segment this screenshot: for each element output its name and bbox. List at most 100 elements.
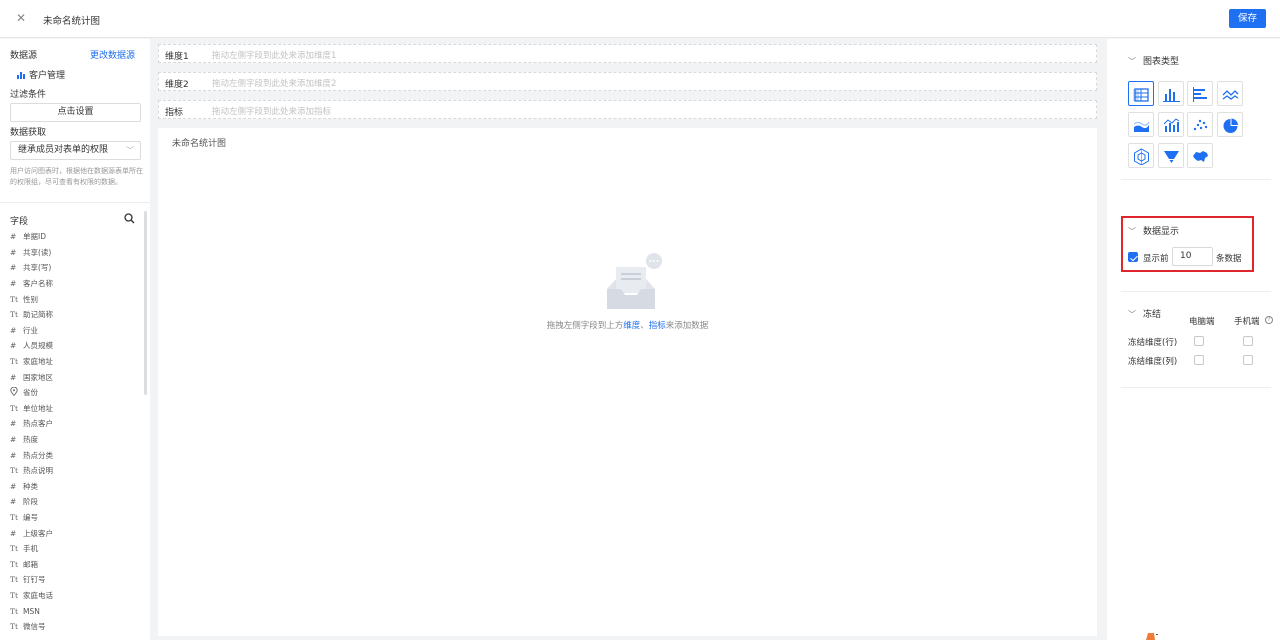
field-item[interactable]: Tt 家庭电话	[10, 588, 140, 604]
chart-type-radar-button[interactable]	[1128, 143, 1154, 168]
field-name: 热点说明	[23, 466, 53, 476]
empty-message-suffix: 来添加数据	[665, 321, 709, 331]
field-item[interactable]: Tt 单位地址	[10, 401, 140, 417]
field-name: 共享(读)	[23, 247, 52, 257]
field-item[interactable]: Tt 性别	[10, 291, 140, 307]
dimension2-label: 维度2	[165, 80, 189, 90]
field-item[interactable]: # 种类	[10, 479, 140, 495]
text-field-icon: Tt	[10, 310, 19, 320]
field-item[interactable]: Tt 家庭地址	[10, 354, 140, 370]
chart-type-area-button[interactable]	[1128, 112, 1154, 137]
field-item[interactable]: Tt 手机	[10, 541, 140, 557]
field-item[interactable]: Tt 热点说明	[10, 463, 140, 479]
chart-type-scatter-button[interactable]	[1187, 112, 1213, 137]
field-name: 行业	[23, 325, 38, 335]
number-field-icon: #	[10, 497, 17, 507]
data-display-header[interactable]: ﹀ 数据显示	[1128, 224, 1179, 237]
field-list: # 单据ID # 共享(读) # 共享(写) # 客户名称 Tt 性别 Tt 助记简称 # 行业 # 人员规模…	[10, 229, 140, 634]
field-name: 共享(写)	[23, 263, 52, 273]
field-item[interactable]: # 热度	[10, 432, 140, 448]
filter-label: 过滤条件	[10, 90, 47, 100]
field-item[interactable]: # 人员规模	[10, 338, 140, 354]
number-field-icon: #	[10, 247, 17, 257]
field-item[interactable]: # 行业	[10, 323, 140, 339]
freeze-col-pc-checkbox[interactable]	[1194, 355, 1204, 365]
number-field-icon: #	[10, 528, 17, 538]
field-name: 手机	[23, 544, 38, 554]
table-chart-icon	[1133, 88, 1149, 102]
field-item[interactable]: # 客户名称	[10, 276, 140, 292]
freeze-row-label: 冻结维度(行)	[1128, 338, 1178, 348]
number-field-icon: #	[10, 263, 17, 273]
fields-title: 字段	[10, 217, 29, 227]
fetch-select[interactable]: 继承成员对表单的权限 ﹀	[10, 141, 141, 160]
show-top-input[interactable]: 10	[1172, 247, 1213, 266]
chart-title: 未命名统计图	[172, 139, 227, 149]
change-source-link[interactable]: 更改数据源	[90, 48, 135, 61]
field-item[interactable]: Tt MSN	[10, 603, 140, 619]
field-item[interactable]: # 热点客户	[10, 416, 140, 432]
save-button[interactable]: 保存	[1229, 9, 1266, 28]
fetch-label: 数据获取	[10, 128, 47, 138]
dimension1-placeholder: 拖动左侧字段到此处来添加维度1	[212, 51, 337, 61]
freeze-mobile-label: 手机端	[1234, 317, 1260, 327]
freeze-row-mobile-checkbox[interactable]	[1243, 336, 1253, 346]
chart-type-bar-button[interactable]	[1187, 81, 1213, 106]
text-field-icon: Tt	[10, 403, 19, 413]
freeze-col-mobile-checkbox[interactable]	[1243, 355, 1253, 365]
filter-settings-button[interactable]: 点击设置	[10, 103, 141, 122]
dimension1-dropzone[interactable]: 维度1 拖动左侧字段到此处来添加维度1	[158, 44, 1097, 63]
chart-type-pie-button[interactable]	[1216, 112, 1243, 137]
empty-message-prefix: 拖拽左侧字段到上方	[546, 321, 624, 331]
field-item[interactable]: # 共享(读)	[10, 245, 140, 261]
divider	[1121, 179, 1271, 180]
radar-chart-icon	[1134, 148, 1149, 165]
empty-message-metric: 指标	[648, 321, 666, 331]
chart-type-header[interactable]: ﹀ 图表类型	[1128, 54, 1179, 67]
page-title: 未命名统计图	[43, 16, 101, 27]
text-field-icon: Tt	[10, 512, 19, 522]
field-name: 钉钉号	[23, 575, 46, 585]
freeze-row-pc-checkbox[interactable]	[1194, 336, 1204, 346]
dimension2-dropzone[interactable]: 维度2 拖动左侧字段到此处来添加维度2	[158, 72, 1097, 91]
field-name: 单据ID	[23, 232, 46, 242]
field-item[interactable]: # 共享(写)	[10, 260, 140, 276]
field-name: 单位地址	[23, 403, 53, 413]
search-icon[interactable]	[124, 213, 135, 224]
field-item[interactable]: Tt 邮箱	[10, 556, 140, 572]
chart-type-column-button[interactable]	[1157, 81, 1184, 106]
source-name: 客户管理	[17, 68, 65, 81]
chart-type-map-button[interactable]	[1187, 143, 1213, 168]
chart-type-combo-button[interactable]	[1157, 112, 1184, 137]
field-item[interactable]: # 单据ID	[10, 229, 140, 245]
metric-placeholder: 拖动左侧字段到此处来添加指标	[212, 107, 332, 117]
pie-chart-icon	[1223, 118, 1238, 133]
chart-type-funnel-button[interactable]	[1157, 143, 1184, 168]
field-item[interactable]: Tt 助记简称	[10, 307, 140, 323]
metric-dropzone[interactable]: 指标 拖动左侧字段到此处来添加指标	[158, 100, 1097, 119]
number-field-icon: #	[10, 481, 17, 491]
field-name: 助记简称	[23, 310, 53, 320]
text-field-icon: Tt	[10, 466, 19, 476]
field-item[interactable]: Tt 编号	[10, 510, 140, 526]
field-item[interactable]: # 阶段	[10, 494, 140, 510]
field-name: MSN	[23, 606, 40, 616]
field-name: 编号	[23, 512, 38, 522]
field-item[interactable]: Tt 钉钉号	[10, 572, 140, 588]
field-item[interactable]: Tt 微信号	[10, 619, 140, 635]
show-top-checkbox[interactable]	[1128, 252, 1138, 262]
help-icon[interactable]: ?	[1265, 316, 1273, 324]
funnel-chart-icon	[1163, 151, 1179, 163]
location-icon	[10, 386, 23, 398]
chart-type-table-button[interactable]	[1128, 81, 1154, 106]
close-icon[interactable]: ✕	[16, 12, 28, 24]
top-bar: ✕ 未命名统计图 保存	[0, 0, 1280, 38]
field-item[interactable]: # 热点分类	[10, 447, 140, 463]
field-item[interactable]: 省份	[10, 385, 140, 401]
field-item[interactable]: # 上级客户	[10, 525, 140, 541]
empty-message-separator: 、	[640, 321, 649, 331]
fields-scrollbar[interactable]	[144, 211, 147, 395]
field-item[interactable]: # 国家地区	[10, 369, 140, 385]
chart-type-line-button[interactable]	[1216, 81, 1243, 106]
freeze-header[interactable]: ﹀ 冻结	[1128, 307, 1161, 320]
